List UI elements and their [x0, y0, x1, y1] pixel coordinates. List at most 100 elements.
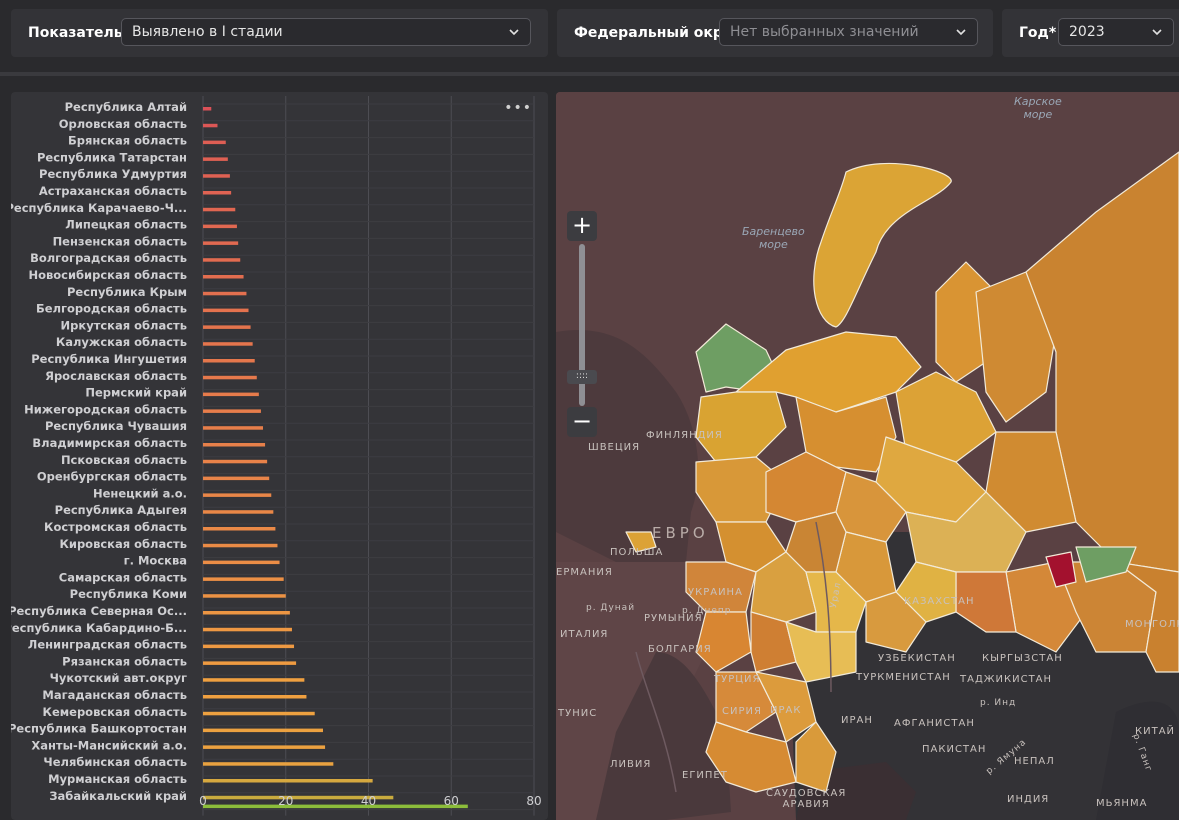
bar[interactable]: [203, 443, 266, 447]
category-label: Челябинская область: [43, 755, 187, 769]
bar[interactable]: [203, 779, 373, 783]
zoom-out-button[interactable]: −: [567, 407, 597, 437]
label-iraq: ИРАК: [770, 705, 802, 716]
label-indus: р. Инд: [980, 698, 1017, 708]
category-label: Белгородская область: [36, 302, 187, 316]
bar-chart: Республика Алтай Орловская область Брянска…: [11, 96, 542, 816]
category-label: Кемеровская область: [43, 705, 187, 719]
bar[interactable]: [203, 174, 230, 178]
label-italy: ИТАЛИЯ: [560, 629, 609, 640]
category-label: Орловская область: [59, 117, 187, 131]
label-tunisia: ТУНИС: [558, 708, 598, 719]
bar[interactable]: [203, 107, 212, 111]
label-finland: ФИНЛЯНДИЯ: [646, 430, 723, 441]
label-kara-sea-text: Карское море: [1014, 95, 1062, 121]
label-barents-sea-text: Баренцево море: [742, 225, 805, 251]
category-label: Республика Башкортостан: [11, 722, 187, 736]
bar[interactable]: [203, 359, 255, 363]
category-label: Ярославская область: [45, 369, 187, 383]
category-label: Республика Удмуртия: [39, 167, 187, 181]
filter-divider: [0, 72, 1179, 76]
indicator-select-value: Выявлено в I стадии: [132, 24, 283, 40]
label-danube: р. Дунай: [586, 603, 636, 613]
bar[interactable]: [203, 543, 278, 548]
chevron-down-icon: [1152, 29, 1162, 36]
bar[interactable]: [203, 762, 334, 766]
bar[interactable]: [203, 123, 218, 128]
category-label: Республика Коми: [70, 587, 187, 601]
choropleth-map[interactable]: [556, 92, 1179, 820]
bar[interactable]: [203, 527, 276, 531]
bar[interactable]: [203, 644, 295, 649]
bar[interactable]: [203, 258, 241, 262]
bar[interactable]: [203, 157, 228, 161]
bar[interactable]: [203, 577, 284, 581]
bar-chart-panel: Республика Алтай Орловская область Брянска…: [11, 92, 548, 820]
bar[interactable]: [203, 728, 323, 733]
bar[interactable]: [203, 375, 257, 380]
bar[interactable]: [203, 493, 272, 497]
bar[interactable]: [203, 291, 247, 296]
label-kara-sea: Карское море: [1014, 95, 1062, 121]
label-uzbekistan: УЗБЕКИСТАН: [878, 653, 956, 664]
indicator-select[interactable]: Выявлено в I стадии: [121, 18, 531, 46]
bar[interactable]: [203, 224, 237, 229]
x-tick-label: 20: [278, 794, 293, 808]
zoom-slider-handle[interactable]: ::::: [567, 370, 597, 384]
zoom-in-button[interactable]: +: [567, 211, 597, 241]
indicator-filter: Показатель* Выявлено в I стадии: [11, 9, 548, 57]
bar[interactable]: [203, 308, 249, 313]
bar[interactable]: [203, 342, 253, 346]
label-india: ИНДИЯ: [1007, 794, 1050, 805]
category-label: Кировская область: [59, 537, 187, 551]
label-kazakhstan: КАЗАХСТАН: [904, 596, 975, 607]
x-tick-label: 80: [526, 794, 541, 808]
category-label: Ненецкий а.о.: [93, 486, 187, 500]
category-label: Пензенская область: [53, 234, 187, 248]
bar[interactable]: [203, 560, 280, 565]
bar[interactable]: [203, 191, 232, 195]
map-panel[interactable]: Карское море Баренцево море ФИНЛЯНДИЯ ШВ…: [556, 92, 1179, 820]
chart-menu-button[interactable]: •••: [504, 100, 532, 116]
category-label: Владимирская область: [32, 436, 187, 450]
year-select-value: 2023: [1069, 24, 1105, 40]
bar[interactable]: [203, 140, 226, 145]
label-germany: ЕРМАНИЯ: [556, 567, 613, 578]
bar[interactable]: [203, 207, 236, 212]
category-label: г. Москва: [124, 554, 187, 568]
category-label: Республика Татарстан: [37, 150, 187, 164]
bar[interactable]: [203, 661, 297, 665]
year-select[interactable]: 2023: [1058, 18, 1174, 46]
bar[interactable]: [203, 711, 315, 716]
zoom-handle-grip: ::::: [575, 371, 589, 381]
indicator-filter-label: Показатель*: [28, 25, 130, 41]
bar[interactable]: [203, 275, 244, 279]
bar[interactable]: [203, 678, 305, 682]
label-syria: СИРИЯ: [722, 706, 762, 717]
bar[interactable]: [203, 325, 251, 329]
bar[interactable]: [203, 510, 274, 514]
category-label: Новосибирская область: [28, 268, 187, 282]
bar[interactable]: [203, 241, 239, 245]
chevron-down-icon: [509, 29, 519, 36]
bar[interactable]: [203, 426, 263, 430]
category-label: Калужская область: [56, 335, 187, 349]
bar[interactable]: [203, 459, 268, 464]
bar[interactable]: [203, 476, 270, 481]
bar[interactable]: [203, 745, 326, 749]
bar[interactable]: [203, 409, 261, 413]
label-myanmar: МЬЯНМА: [1096, 798, 1148, 809]
category-label: Республика Крым: [67, 285, 187, 299]
label-turkmenistan: ТУРКМЕНИСТАН: [856, 672, 951, 683]
bar[interactable]: [203, 627, 292, 632]
bar[interactable]: [203, 611, 290, 615]
category-label: Чукотский авт.округ: [50, 671, 187, 685]
district-select[interactable]: Нет выбранных значений: [719, 18, 978, 46]
category-label: Оренбургская область: [37, 470, 187, 484]
bar[interactable]: [203, 804, 468, 809]
bar[interactable]: [203, 695, 307, 699]
bar[interactable]: [203, 594, 286, 598]
label-sweden: ШВЕЦИЯ: [588, 442, 641, 453]
chevron-down-icon: [956, 29, 966, 36]
bar[interactable]: [203, 392, 259, 397]
